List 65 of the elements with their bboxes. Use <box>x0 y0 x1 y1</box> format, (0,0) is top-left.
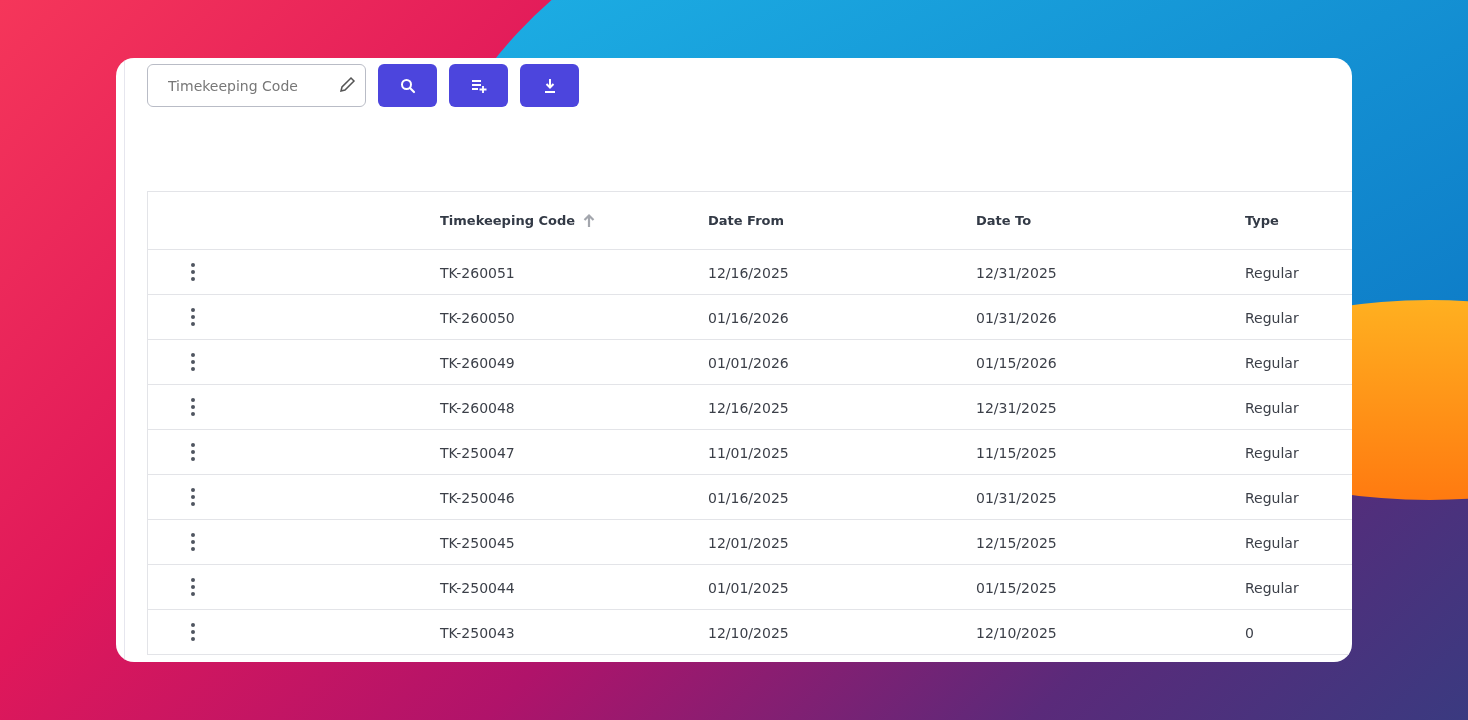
more-options-button[interactable] <box>189 577 197 597</box>
table-cell: TK-260048 <box>440 399 515 416</box>
more-options-button[interactable] <box>189 397 197 417</box>
table-cell: Regular <box>1245 309 1299 326</box>
table-cell: TK-260051 <box>440 264 515 281</box>
table-cell: Regular <box>1245 489 1299 506</box>
table-cell: TK-250043 <box>440 624 515 641</box>
table-cell: 12/31/2025 <box>976 264 1057 281</box>
table-cell: 12/01/2025 <box>708 534 789 551</box>
table-cell: 01/16/2025 <box>708 489 789 506</box>
table-cell: Regular <box>1245 444 1299 461</box>
table-cell: Regular <box>1245 579 1299 596</box>
more-options-button[interactable] <box>189 487 197 507</box>
table-cell: 12/10/2025 <box>708 624 789 641</box>
table-cell: 12/15/2025 <box>976 534 1057 551</box>
more-options-button[interactable] <box>189 262 197 282</box>
column-header[interactable]: Type <box>1245 213 1279 228</box>
kebab-menu-icon <box>189 622 197 642</box>
table-cell: 12/10/2025 <box>976 624 1057 641</box>
kebab-menu-icon <box>189 532 197 552</box>
table-cell: 01/15/2025 <box>976 579 1057 596</box>
table-cell: Regular <box>1245 399 1299 416</box>
table-cell: 01/31/2026 <box>976 309 1057 326</box>
kebab-menu-icon <box>189 487 197 507</box>
table-cell: Regular <box>1245 264 1299 281</box>
kebab-menu-icon <box>189 442 197 462</box>
table-cell: TK-250044 <box>440 579 515 596</box>
pencil-icon <box>337 75 357 95</box>
table-cell: 01/15/2026 <box>976 354 1057 371</box>
kebab-menu-icon <box>189 397 197 417</box>
table-cell: TK-250047 <box>440 444 515 461</box>
table-cell: 12/31/2025 <box>976 399 1057 416</box>
table-cell: 01/01/2026 <box>708 354 789 371</box>
table-cell: TK-250046 <box>440 489 515 506</box>
table-cell: Regular <box>1245 354 1299 371</box>
more-options-button[interactable] <box>189 622 197 642</box>
kebab-menu-icon <box>189 262 197 282</box>
table-cell: TK-250045 <box>440 534 515 551</box>
add-list-button[interactable] <box>449 64 508 107</box>
table-cell: 11/15/2025 <box>976 444 1057 461</box>
table-cell: 01/01/2025 <box>708 579 789 596</box>
search-icon <box>399 77 416 94</box>
more-options-button[interactable] <box>189 442 197 462</box>
column-header[interactable]: Timekeeping Code <box>440 213 576 228</box>
playlist-add-icon <box>470 77 487 94</box>
table-cell: 12/16/2025 <box>708 264 789 281</box>
table-cell: TK-260050 <box>440 309 515 326</box>
column-header[interactable]: Date To <box>976 213 1032 228</box>
table-cell: TK-260049 <box>440 354 515 371</box>
download-button[interactable] <box>520 64 579 107</box>
kebab-menu-icon <box>189 577 197 597</box>
table-cell: 01/31/2025 <box>976 489 1057 506</box>
kebab-menu-icon <box>189 352 197 372</box>
table-cell: 0 <box>1245 624 1254 641</box>
table-cell: 01/16/2026 <box>708 309 789 326</box>
more-options-button[interactable] <box>189 532 197 552</box>
kebab-menu-icon <box>189 307 197 327</box>
table-cell: Regular <box>1245 534 1299 551</box>
more-options-button[interactable] <box>189 352 197 372</box>
table-cell: 12/16/2025 <box>708 399 789 416</box>
search-button[interactable] <box>378 64 437 107</box>
table-cell: 11/01/2025 <box>708 444 789 461</box>
more-options-button[interactable] <box>189 307 197 327</box>
search-field[interactable]: Timekeeping Code <box>147 64 366 107</box>
column-header[interactable]: Date From <box>708 213 785 228</box>
